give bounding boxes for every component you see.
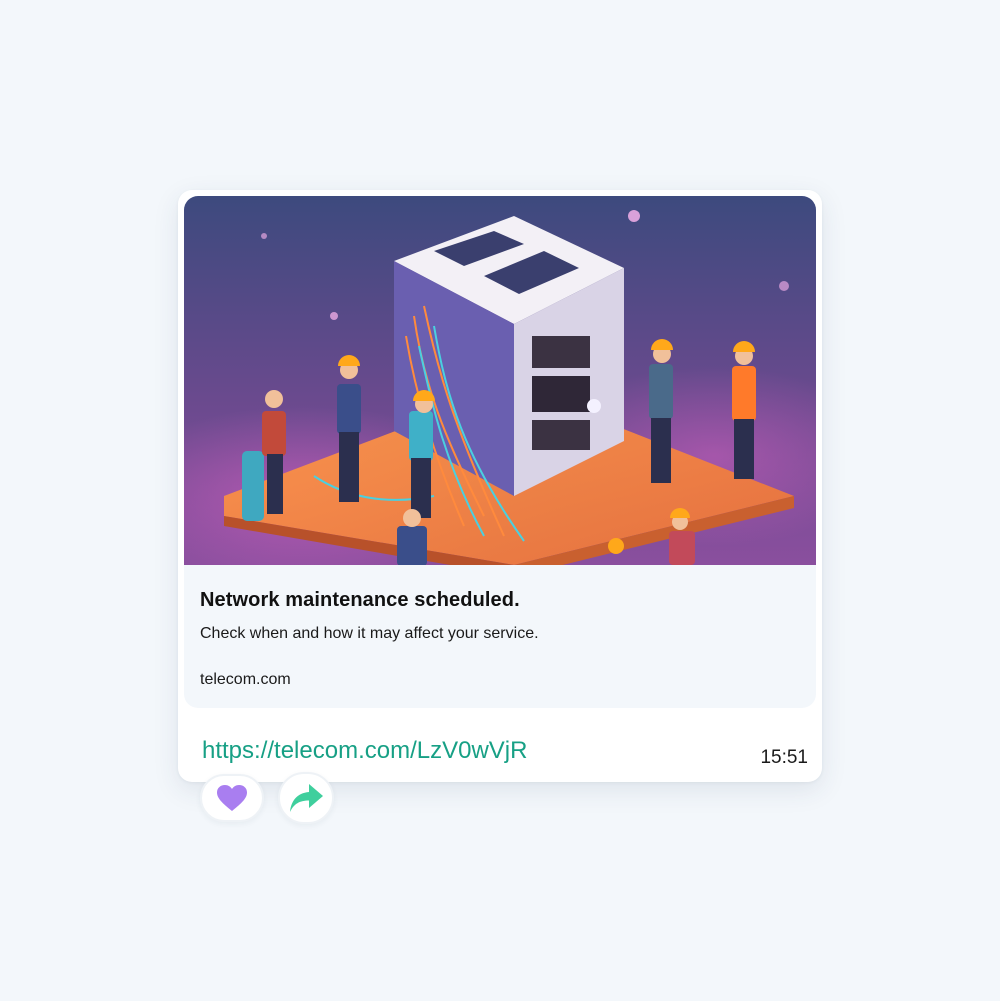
message-timestamp: 15:51 (760, 747, 808, 768)
share-arrow-icon (290, 784, 323, 812)
preview-title: Network maintenance scheduled. (200, 589, 520, 611)
preview-domain: telecom.com (200, 671, 291, 688)
share-button[interactable] (278, 772, 334, 824)
message-link[interactable]: https://telecom.com/LzV0wVjR (202, 737, 527, 765)
heart-reaction-button[interactable] (200, 774, 264, 822)
link-preview-card[interactable]: Network maintenance scheduled. Check whe… (184, 196, 816, 708)
preview-image (184, 196, 816, 565)
message-bubble: Network maintenance scheduled. Check whe… (178, 190, 822, 782)
preview-description: Check when and how it may affect your se… (200, 625, 539, 642)
heart-icon (217, 785, 247, 811)
